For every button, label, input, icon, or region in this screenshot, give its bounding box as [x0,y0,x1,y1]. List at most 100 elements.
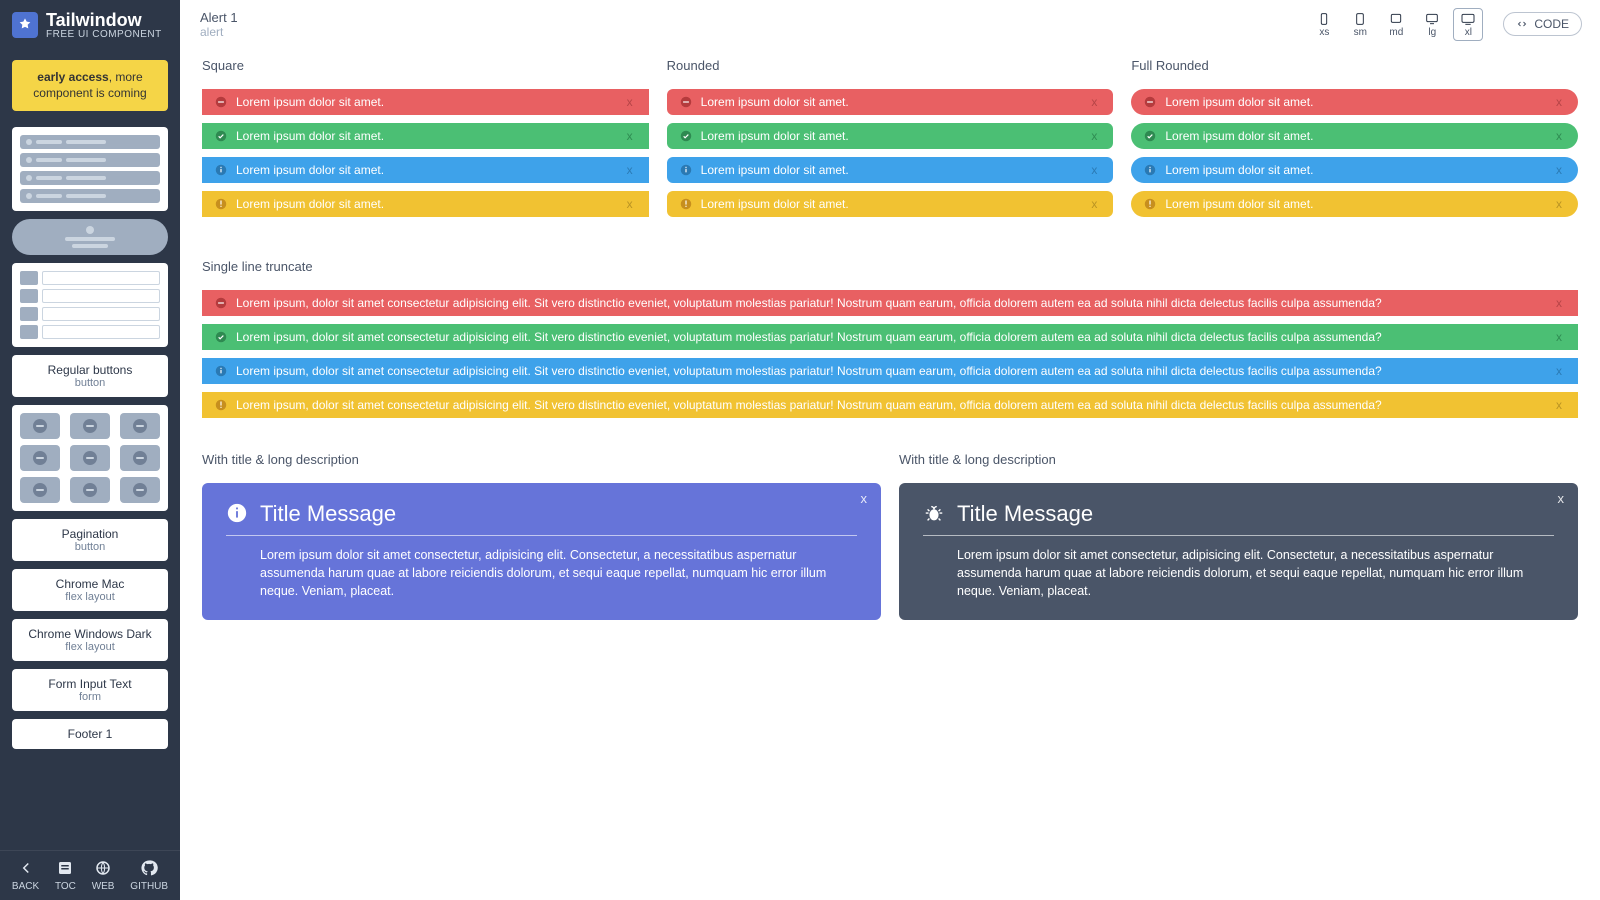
close-icon[interactable]: x [861,491,868,506]
alert-yellow: Lorem ipsum, dolor sit amet consectetur … [202,392,1578,418]
close-icon[interactable]: x [1552,296,1566,310]
sidebar-item[interactable]: Form Input Textform [12,669,168,711]
device-xs[interactable]: xs [1309,8,1339,41]
brand-title: Tailwindow [46,10,162,31]
sidebar-scroll[interactable]: Regular buttonsbutton Paginationbutton Chr… [0,121,180,850]
sidebar-item[interactable] [12,127,168,211]
web-button[interactable]: WEB [92,859,115,892]
close-icon[interactable]: x [1087,197,1101,211]
alert-text: Lorem ipsum dolor sit amet. [228,95,623,109]
alert-text: Lorem ipsum dolor sit amet. [1157,129,1552,143]
page-subtitle: alert [200,25,238,39]
error-icon [1143,95,1157,109]
alert-red: Lorem ipsum dolor sit amet. x [1131,89,1578,115]
alert-text: Lorem ipsum dolor sit amet. [1157,197,1552,211]
alert-text: Lorem ipsum dolor sit amet. [693,197,1088,211]
sidebar-item[interactable]: Chrome Windows Darkflex layout [12,619,168,661]
alert-text: Lorem ipsum dolor sit amet. [228,197,623,211]
device-lg[interactable]: lg [1417,8,1447,41]
alert-green: Lorem ipsum dolor sit amet. x [667,123,1114,149]
alert-text: Lorem ipsum dolor sit amet. [693,95,1088,109]
close-icon[interactable]: x [623,129,637,143]
device-sm[interactable]: sm [1345,8,1375,41]
early-access-bold: early access [37,70,108,84]
device-xl[interactable]: xl [1453,8,1483,41]
brand-icon [12,12,38,38]
close-icon[interactable]: x [623,197,637,211]
close-icon[interactable]: x [1087,163,1101,177]
alert-red: Lorem ipsum, dolor sit amet consectetur … [202,290,1578,316]
sidebar-item[interactable]: Regular buttonsbutton [12,355,168,397]
code-button[interactable]: CODE [1503,12,1582,36]
card-desc: Lorem ipsum dolor sit amet consectetur, … [226,546,857,600]
alert-green: Lorem ipsum dolor sit amet. x [1131,123,1578,149]
square-label: Square [202,58,649,73]
alert-blue: Lorem ipsum, dolor sit amet consectetur … [202,358,1578,384]
check-icon [679,129,693,143]
alert-blue: Lorem ipsum dolor sit amet. x [202,157,649,183]
check-icon [214,129,228,143]
warning-icon [1143,197,1157,211]
error-icon [214,95,228,109]
check-icon [1143,129,1157,143]
page-content: Square Lorem ipsum dolor sit amet. x Lor… [180,48,1600,900]
card1-label: With title & long description [202,452,881,467]
rounded-label: Rounded [667,58,1114,73]
error-icon [214,296,228,310]
device-md[interactable]: md [1381,8,1411,41]
alert-blue: Lorem ipsum dolor sit amet. x [1131,157,1578,183]
alert-green: Lorem ipsum, dolor sit amet consectetur … [202,324,1578,350]
main: Alert 1 alert xs sm md lg xlCODE Square … [180,0,1600,900]
alert-text: Lorem ipsum dolor sit amet. [693,163,1088,177]
truncate-label: Single line truncate [202,259,1578,274]
close-icon[interactable]: x [623,95,637,109]
info-card: x Title Message Lorem ipsum dolor sit am… [202,483,881,620]
alert-red: Lorem ipsum dolor sit amet. x [202,89,649,115]
alert-text: Lorem ipsum dolor sit amet. [1157,95,1552,109]
alert-yellow: Lorem ipsum dolor sit amet. x [1131,191,1578,217]
square-column: Square Lorem ipsum dolor sit amet. x Lor… [202,58,649,225]
sidebar: Tailwindow FREE UI COMPONENT early acces… [0,0,180,900]
sidebar-item[interactable]: Footer 1 [12,719,168,749]
alert-red: Lorem ipsum dolor sit amet. x [667,89,1114,115]
github-button[interactable]: GITHUB [130,859,168,892]
alert-text: Lorem ipsum, dolor sit amet consectetur … [228,330,1552,344]
alert-text: Lorem ipsum dolor sit amet. [1157,163,1552,177]
back-button[interactable]: BACK [12,859,39,892]
warning-icon [214,197,228,211]
close-icon[interactable]: x [1552,197,1566,211]
info-icon [679,163,693,177]
close-icon[interactable]: x [1558,491,1565,506]
sidebar-item[interactable] [12,263,168,347]
rounded-column: Rounded Lorem ipsum dolor sit amet. x Lo… [667,58,1114,225]
close-icon[interactable]: x [1552,330,1566,344]
close-icon[interactable]: x [1087,129,1101,143]
close-icon[interactable]: x [1552,95,1566,109]
footer-nav: BACK TOC WEB GITHUB [0,850,180,900]
alert-green: Lorem ipsum dolor sit amet. x [202,123,649,149]
sidebar-item[interactable]: Chrome Macflex layout [12,569,168,611]
sidebar-item[interactable] [12,405,168,511]
toc-button[interactable]: TOC [55,859,76,892]
info-icon [214,364,228,378]
close-icon[interactable]: x [1552,364,1566,378]
close-icon[interactable]: x [1087,95,1101,109]
error-icon [679,95,693,109]
fullrounded-column: Full Rounded Lorem ipsum dolor sit amet.… [1131,58,1578,225]
bug-icon [923,502,945,527]
alert-yellow: Lorem ipsum dolor sit amet. x [202,191,649,217]
close-icon[interactable]: x [1552,163,1566,177]
alert-text: Lorem ipsum dolor sit amet. [693,129,1088,143]
sidebar-item[interactable]: Paginationbutton [12,519,168,561]
close-icon[interactable]: x [623,163,637,177]
close-icon[interactable]: x [1552,129,1566,143]
check-icon [214,330,228,344]
sidebar-item[interactable] [12,219,168,255]
early-access-banner: early access, more component is coming [12,60,168,111]
close-icon[interactable]: x [1552,398,1566,412]
alert-text: Lorem ipsum dolor sit amet. [228,129,623,143]
card2-label: With title & long description [899,452,1578,467]
warning-icon [679,197,693,211]
alert-yellow: Lorem ipsum dolor sit amet. x [667,191,1114,217]
alert-text: Lorem ipsum, dolor sit amet consectetur … [228,398,1552,412]
